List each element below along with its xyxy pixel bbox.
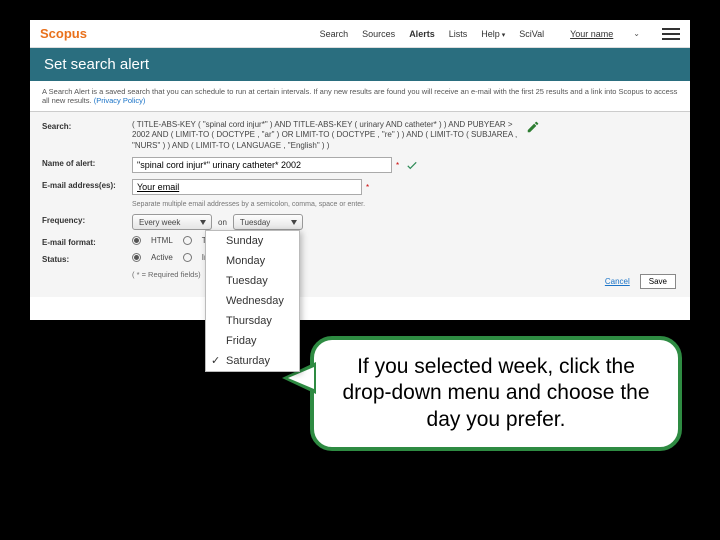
radio-active[interactable] — [132, 253, 141, 262]
day-option-tuesday[interactable]: Tuesday — [206, 271, 299, 291]
required-star: * — [396, 161, 399, 170]
nav-scival[interactable]: SciVal — [519, 29, 544, 39]
radio-html[interactable] — [132, 236, 141, 245]
chevron-down-icon: ▾ — [502, 32, 506, 39]
label-status: Status: — [42, 253, 132, 264]
required-star: * — [366, 183, 369, 192]
nav-sources[interactable]: Sources — [362, 29, 395, 39]
nav-alerts[interactable]: Alerts — [409, 29, 435, 39]
label-email: E-mail address(es): — [42, 179, 132, 190]
edit-search-icon[interactable] — [526, 120, 540, 134]
page-title: Set search alert — [44, 56, 149, 73]
label-search: Search: — [42, 120, 132, 131]
privacy-policy-link[interactable]: (Privacy Policy) — [94, 96, 146, 105]
instruction-callout: If you selected week, click the drop-dow… — [310, 336, 682, 451]
day-option-monday[interactable]: Monday — [206, 251, 299, 271]
search-query-text: ( TITLE-ABS-KEY ( "spinal cord injur*" )… — [132, 120, 532, 151]
label-frequency: Frequency: — [42, 214, 132, 225]
day-option-friday[interactable]: Friday — [206, 331, 299, 351]
user-chevron-down-icon[interactable]: ⌄ — [633, 29, 640, 38]
check-valid-icon — [405, 158, 419, 172]
alert-name-input[interactable] — [132, 157, 392, 173]
frequency-select[interactable]: Every week — [132, 214, 212, 230]
nav-help[interactable]: Help▾ — [481, 29, 505, 39]
day-option-saturday[interactable]: Saturday — [206, 351, 299, 371]
cancel-link[interactable]: Cancel — [605, 277, 630, 286]
user-name[interactable]: Your name — [570, 29, 613, 39]
radio-inactive[interactable] — [183, 253, 192, 262]
nav-search[interactable]: Search — [320, 29, 349, 39]
email-input[interactable] — [132, 179, 362, 195]
alert-form: Search: ( TITLE-ABS-KEY ( "spinal cord i… — [30, 112, 690, 297]
callout-text: If you selected week, click the drop-dow… — [310, 336, 682, 451]
form-buttons: Cancel Save — [605, 274, 676, 289]
day-option-sunday[interactable]: Sunday — [206, 231, 299, 251]
logo: Scopus — [40, 26, 87, 41]
save-button[interactable]: Save — [640, 274, 676, 289]
menu-icon[interactable] — [662, 28, 680, 40]
day-option-thursday[interactable]: Thursday — [206, 311, 299, 331]
label-format: E-mail format: — [42, 236, 132, 247]
label-name: Name of alert: — [42, 157, 132, 168]
day-option-wednesday[interactable]: Wednesday — [206, 291, 299, 311]
email-helper-text: Separate multiple email addresses by a s… — [132, 201, 678, 208]
nav-lists[interactable]: Lists — [449, 29, 468, 39]
radio-text[interactable] — [183, 236, 192, 245]
day-dropdown-menu[interactable]: Sunday Monday Tuesday Wednesday Thursday… — [205, 230, 300, 372]
top-nav: Scopus Search Sources Alerts Lists Help▾… — [30, 20, 690, 48]
page-title-banner: Set search alert — [30, 48, 690, 81]
alert-description: A Search Alert is a saved search that yo… — [30, 81, 690, 112]
scopus-alert-window: Scopus Search Sources Alerts Lists Help▾… — [30, 20, 690, 320]
on-text: on — [218, 218, 227, 227]
day-select[interactable]: Tuesday — [233, 214, 303, 230]
